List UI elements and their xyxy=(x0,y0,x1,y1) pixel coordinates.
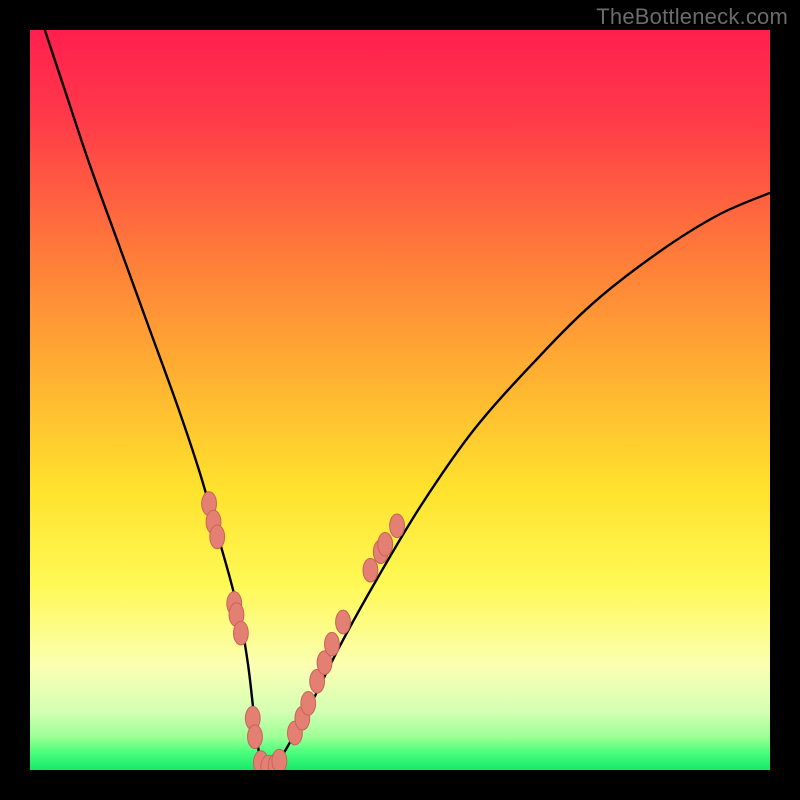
marker-layer xyxy=(202,492,405,770)
bottleneck-curve xyxy=(45,30,770,769)
data-marker xyxy=(325,632,340,656)
data-marker xyxy=(248,725,263,749)
data-marker xyxy=(390,514,405,538)
curve-layer xyxy=(30,30,770,770)
watermark-text: TheBottleneck.com xyxy=(596,4,788,30)
plot-area xyxy=(30,30,770,770)
data-marker xyxy=(272,749,287,770)
data-marker xyxy=(378,532,393,556)
data-marker xyxy=(301,692,316,716)
data-marker xyxy=(210,525,225,549)
chart-frame: TheBottleneck.com xyxy=(0,0,800,800)
data-marker xyxy=(363,558,378,582)
data-marker xyxy=(336,610,351,634)
data-marker xyxy=(234,621,249,645)
